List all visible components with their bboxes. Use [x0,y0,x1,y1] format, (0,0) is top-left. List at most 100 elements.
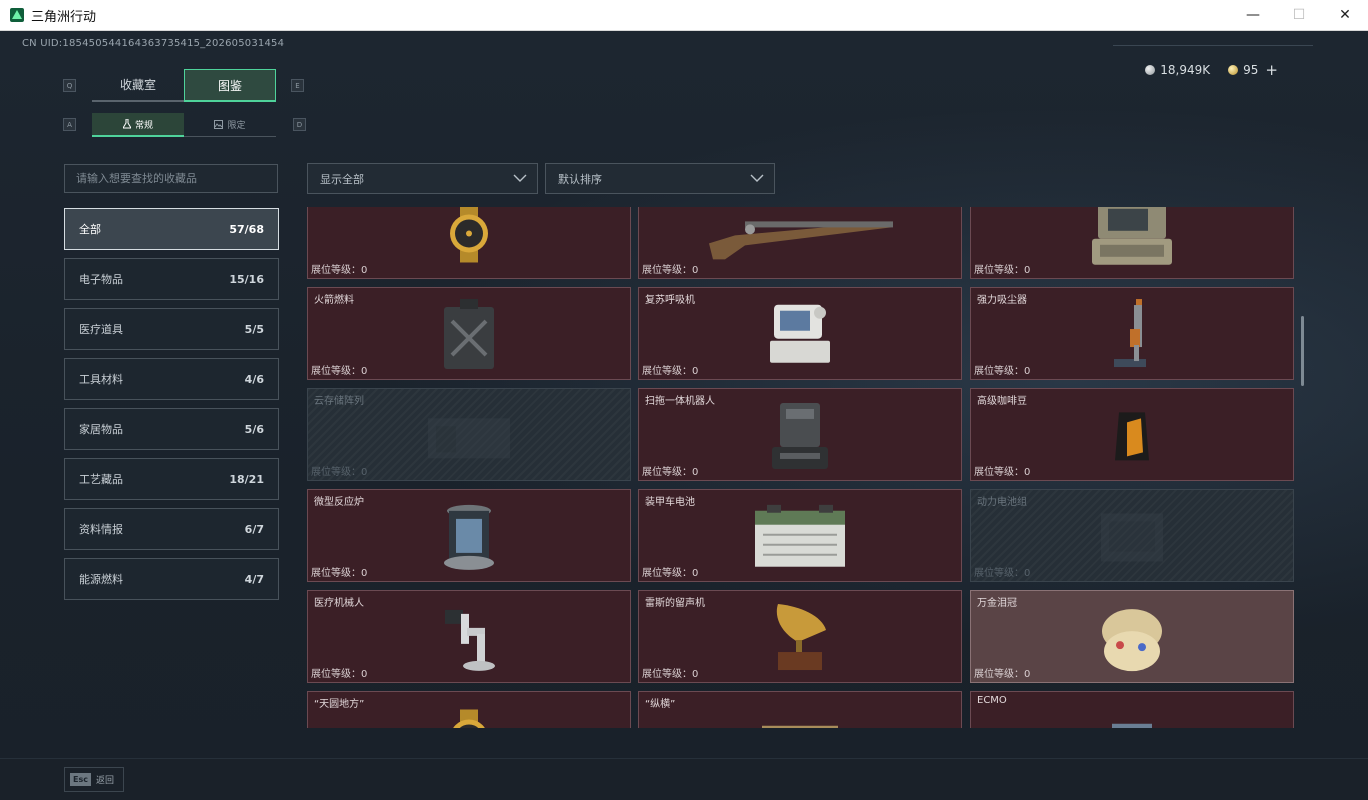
currency-divider [1113,45,1313,46]
category-crafts[interactable]: 工艺藏品 18/21 [64,458,279,500]
category-energy[interactable]: 能源燃料 4/7 [64,558,279,600]
card-booth-level: 展位等级：0 [974,568,1031,579]
image-icon [214,120,224,129]
collection-card[interactable]: 万金泪冠 展位等级：0 [970,590,1294,683]
collection-card[interactable]: “纵横”展位等级：0 [638,691,962,728]
collection-card[interactable]: 名贵机械表展位等级：0 [307,207,631,279]
window-title: 三角洲行动 [31,9,97,25]
collection-card[interactable]: 雷斯的留声机 展位等级：0 [638,590,962,683]
category-medical[interactable]: 医疗道具 5/5 [64,308,279,350]
grid-scrollbar[interactable] [1301,316,1304,386]
collection-card[interactable]: 装甲车电池展位等级：0 [638,489,962,582]
card-booth-level: 展位等级：0 [642,568,699,579]
collection-card[interactable]: “天圆地方”展位等级：0 [307,691,631,728]
case-icon [760,717,840,728]
card-item-name: 高级咖啡豆 [977,396,1027,407]
gold-watch-icon [443,708,495,728]
card-booth-level: 展位等级：0 [974,265,1031,276]
flintlock-rifle-icon [705,207,895,265]
back-button[interactable]: Esc 返回 [64,767,124,792]
close-button[interactable]: ✕ [1322,0,1368,31]
subtab-regular[interactable]: 常规 [92,113,184,137]
card-item-name: 强力吸尘器 [977,295,1027,306]
collection-card[interactable]: 复苏呼吸机展位等级：0 [638,287,962,380]
key-hint-d: D [293,118,306,131]
gold-watch-icon [443,207,495,266]
collection-card[interactable]: 火箭燃料 展位等级：0 [307,287,631,380]
sort-dropdown[interactable]: 默认排序 [545,163,775,194]
silver-currency: 18,949K [1145,63,1210,77]
collection-card[interactable]: 强力吸尘器展位等级：0 [970,287,1294,380]
collection-card[interactable]: 燧发枪收藏品展位等级：0 [638,207,962,279]
tab-catalog[interactable]: 图鉴 [184,69,276,102]
card-item-name: 火箭燃料 [314,295,354,306]
collection-screen: CN UID:185450544164363735415_20260503145… [0,31,1368,800]
card-booth-level: 展位等级：0 [311,669,368,680]
gramophone-icon [770,602,830,678]
card-item-name: “天圆地方” [314,699,365,710]
category-label: 工艺藏品 [79,473,123,486]
subtab-regular-label: 常规 [134,120,153,131]
subtab-limited-label: 限定 [227,121,246,131]
subtab-limited[interactable]: 限定 [184,113,276,137]
category-count: 5/6 [244,422,264,436]
battery-icon [753,504,847,572]
medical-robot-icon [441,603,497,675]
collection-card[interactable]: 高级咖啡豆 展位等级：0 [970,388,1294,481]
category-count: 4/7 [244,572,264,586]
collection-card[interactable]: 军用便携终端展位等级：0 [970,207,1294,279]
card-item-name: 复苏呼吸机 [645,295,695,306]
window-titlebar: 三角洲行动 — ☐ ✕ [0,0,1368,31]
gold-amount: 95 [1243,63,1259,77]
fuel-canister-icon [440,298,498,375]
silver-amount: 18,949K [1160,63,1211,77]
card-item-name: 扫拖一体机器人 [645,396,715,407]
collection-card[interactable]: 微型反应炉 展位等级：0 [307,489,631,582]
sort-value: 默认排序 [558,172,602,186]
item-grid-viewport[interactable]: 名贵机械表展位等级：0燧发枪收藏品展位等级：0军用便携终端展位等级：0火箭燃料展… [307,207,1297,728]
flask-icon [122,119,131,129]
card-item-name: 装甲车电池 [645,497,695,508]
delta-force-logo-icon [10,8,24,22]
gold-currency: 95 + [1228,61,1278,79]
display-filter-dropdown[interactable]: 显示全部 [307,163,538,194]
category-list: 全部 57/68 电子物品 15/16 医疗道具 5/5 工具材料 4/6 家居… [64,208,279,608]
collection-card[interactable]: 动力电池组展位等级：0 [970,489,1294,582]
collection-search-input[interactable] [64,164,278,193]
tab-collection-room[interactable]: 收藏室 [92,69,184,102]
category-label: 家居物品 [79,423,123,436]
minimize-button[interactable]: — [1230,0,1276,31]
category-count: 4/6 [244,372,264,386]
collection-card[interactable]: 云存储阵列 展位等级：0 [307,388,631,481]
category-count: 57/68 [229,222,264,236]
collection-card[interactable]: 扫拖一体机器人 展位等级：0 [638,388,962,481]
main-tabs: 收藏室 图鉴 [92,69,276,102]
card-booth-level: 展位等级：0 [974,669,1031,680]
card-item-name: “纵横” [645,699,676,710]
category-label: 资料情报 [79,523,123,536]
collection-card[interactable]: ECMO展位等级：0 [970,691,1294,728]
jeweled-egg-icon [1098,601,1166,679]
category-label: 工具材料 [79,373,123,386]
category-intel[interactable]: 资料情报 6/7 [64,508,279,550]
card-booth-level: 展位等级：0 [311,265,368,276]
category-household[interactable]: 家居物品 5/6 [64,408,279,450]
vacuum-cleaner-icon [1110,298,1154,375]
key-hint-e: E [291,79,304,92]
key-hint-q: Q [63,79,76,92]
card-booth-level: 展位等级：0 [642,366,699,377]
category-all[interactable]: 全部 57/68 [64,208,279,250]
silver-coin-icon [1145,65,1156,75]
rugged-laptop-icon [1090,207,1174,270]
storage-array-icon [424,408,514,466]
add-currency-button[interactable]: + [1265,61,1278,79]
category-electronics[interactable]: 电子物品 15/16 [64,258,279,300]
card-booth-level: 展位等级：0 [974,366,1031,377]
card-booth-level: 展位等级：0 [311,467,368,478]
category-tools[interactable]: 工具材料 4/6 [64,358,279,400]
card-item-name: 动力电池组 [977,497,1027,508]
collection-card[interactable]: 医疗机械人 展位等级：0 [307,590,631,683]
maximize-button[interactable]: ☐ [1276,0,1322,31]
card-booth-level: 展位等级：0 [311,568,368,579]
display-filter-value: 显示全部 [320,172,364,186]
